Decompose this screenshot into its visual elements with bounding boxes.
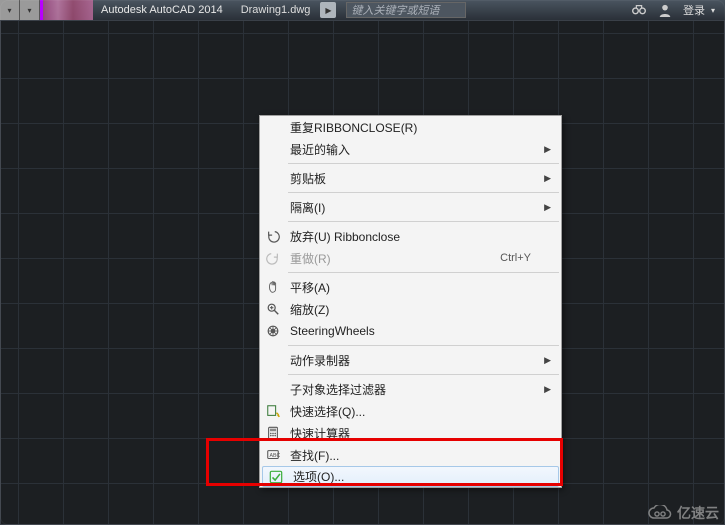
menu-item[interactable]: 子对象选择过滤器▶ [260, 378, 561, 400]
submenu-arrow-icon: ▶ [544, 384, 551, 395]
menu-item[interactable]: 隔离(I)▶ [260, 196, 561, 218]
menu-item-label: 缩放(Z) [286, 301, 561, 318]
menu-item-label: 选项(O)... [289, 468, 558, 485]
binoculars-icon[interactable] [631, 2, 647, 18]
menu-separator [288, 345, 559, 346]
undo-icon [260, 225, 286, 247]
redo-icon [260, 247, 286, 269]
menu-item-label: 最近的输入 [286, 141, 561, 158]
menu-item-shortcut: Ctrl+Y [500, 252, 561, 264]
menu-item[interactable]: 平移(A) [260, 276, 561, 298]
watermark-text: 亿速云 [677, 503, 719, 523]
blank-icon [260, 138, 286, 160]
menu-separator [288, 221, 559, 222]
search-input[interactable]: 键入关键字或短语 [346, 2, 466, 18]
mini-tab-dropdown-1[interactable]: ▾ [0, 0, 20, 20]
menu-item-label: 重复RIBBONCLOSE(R) [286, 119, 561, 136]
submenu-arrow-icon: ▶ [544, 202, 551, 213]
menu-item-label: 隔离(I) [286, 199, 561, 216]
menu-item[interactable]: 重复RIBBONCLOSE(R) [260, 116, 561, 138]
search-placeholder: 键入关键字或短语 [351, 2, 439, 18]
title-mini-tabs: ▾ ▾ [0, 0, 93, 20]
check-icon [263, 467, 289, 486]
menu-item[interactable]: SteeringWheels [260, 320, 561, 342]
app-title: Autodesk AutoCAD 2014 [101, 4, 223, 16]
menu-item-label: SteeringWheels [286, 324, 561, 338]
menu-item: 重做(R)Ctrl+Y [260, 247, 561, 269]
title-bar: ▾ ▾ Autodesk AutoCAD 2014 Drawing1.dwg ▶… [0, 0, 725, 20]
menu-item-label: 快速选择(Q)... [286, 403, 561, 420]
blank-icon [260, 378, 286, 400]
menu-separator [288, 163, 559, 164]
blank-icon [260, 167, 286, 189]
mini-tab-dropdown-2[interactable]: ▾ [20, 0, 40, 20]
context-menu: 重复RIBBONCLOSE(R)最近的输入▶剪贴板▶隔离(I)▶放弃(U) Ri… [259, 115, 562, 488]
title-right-cluster: 登录 ▾ [631, 2, 725, 18]
menu-item-label: 平移(A) [286, 279, 561, 296]
submenu-arrow-icon: ▶ [544, 355, 551, 366]
user-icon[interactable] [657, 2, 673, 18]
menu-item[interactable]: ABC 查找(F)... [260, 444, 561, 466]
menu-item-label: 查找(F)... [286, 447, 561, 464]
menu-item-label: 重做(R) [286, 250, 500, 267]
menu-item-label: 快速计算器 [286, 425, 561, 442]
blank-icon [260, 116, 286, 138]
title-swatch [43, 0, 93, 20]
menu-item[interactable]: 快速选择(Q)... [260, 400, 561, 422]
menu-item[interactable]: 最近的输入▶ [260, 138, 561, 160]
menu-item-label: 子对象选择过滤器 [286, 381, 561, 398]
svg-text:ABC: ABC [270, 453, 281, 459]
menu-separator [288, 374, 559, 375]
menu-item-label: 放弃(U) Ribbonclose [286, 228, 561, 245]
login-label[interactable]: 登录 [683, 2, 705, 18]
file-title: Drawing1.dwg [241, 4, 311, 16]
wheel-icon [260, 320, 286, 342]
menu-item[interactable]: 选项(O)... [262, 466, 559, 487]
find-icon: ABC [260, 444, 286, 466]
menu-item[interactable]: 放弃(U) Ribbonclose [260, 225, 561, 247]
watermark-logo-icon [647, 504, 673, 522]
title-arrow-button[interactable]: ▶ [320, 2, 336, 18]
qselect-icon [260, 400, 286, 422]
menu-item-label: 动作录制器 [286, 352, 561, 369]
menu-item[interactable]: 动作录制器▶ [260, 349, 561, 371]
pan-icon [260, 276, 286, 298]
menu-item[interactable]: 剪贴板▶ [260, 167, 561, 189]
menu-item[interactable]: 快速计算器 [260, 422, 561, 444]
watermark: 亿速云 [647, 503, 719, 523]
login-caret-icon[interactable]: ▾ [711, 6, 715, 15]
blank-icon [260, 349, 286, 371]
menu-separator [288, 192, 559, 193]
zoom-icon [260, 298, 286, 320]
submenu-arrow-icon: ▶ [544, 173, 551, 184]
calc-icon [260, 422, 286, 444]
menu-item[interactable]: 缩放(Z) [260, 298, 561, 320]
menu-item-label: 剪贴板 [286, 170, 561, 187]
submenu-arrow-icon: ▶ [544, 144, 551, 155]
blank-icon [260, 196, 286, 218]
menu-separator [288, 272, 559, 273]
